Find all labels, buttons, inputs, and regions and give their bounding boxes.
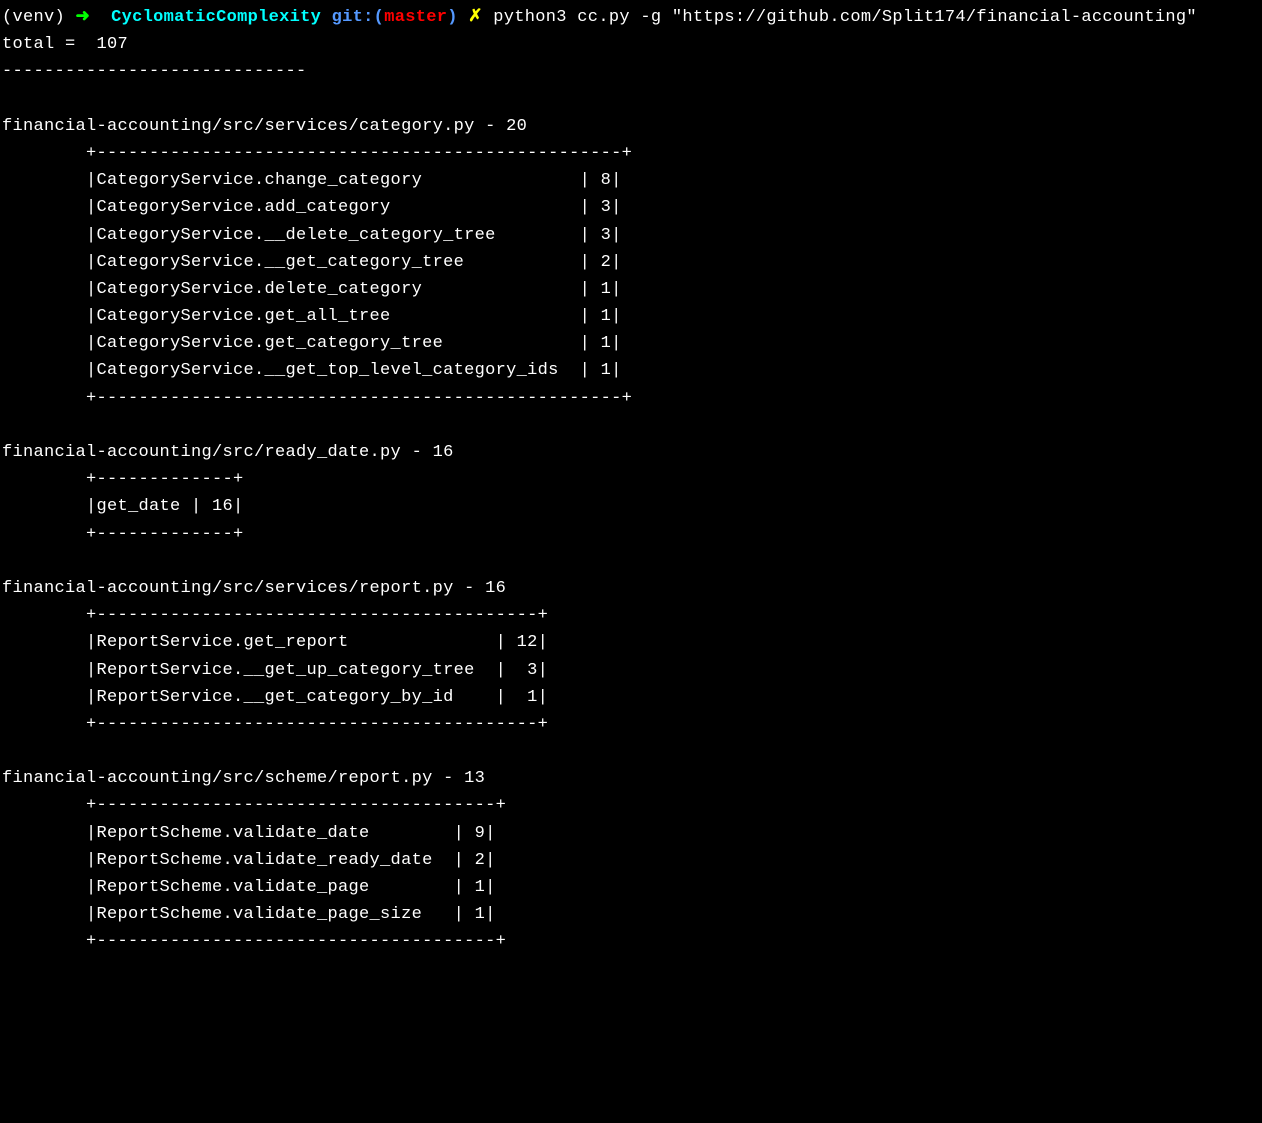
table-row: |CategoryService.delete_category | 1| xyxy=(2,280,622,299)
table-border-bottom-3: +--------------------------------------+ xyxy=(2,932,506,951)
table-row: |CategoryService.change_category | 8| xyxy=(2,171,622,190)
total-line: total = 107 xyxy=(2,35,128,54)
prompt-directory: CyclomaticComplexity xyxy=(111,8,321,27)
table-border-top-0: +---------------------------------------… xyxy=(2,144,632,163)
prompt-dirty-marker: ✗ xyxy=(468,8,483,27)
table-border-bottom-1: +-------------+ xyxy=(2,525,244,544)
table-row: |ReportService.__get_up_category_tree | … xyxy=(2,661,548,680)
file-header-1: financial-accounting/src/ready_date.py -… xyxy=(2,443,454,462)
table-row: |ReportScheme.validate_page_size | 1| xyxy=(2,905,496,924)
file-header-3: financial-accounting/src/scheme/report.p… xyxy=(2,769,485,788)
table-border-bottom-2: +---------------------------------------… xyxy=(2,715,548,734)
terminal-output: (venv) ➜ CyclomaticComplexity git:(maste… xyxy=(2,8,1197,951)
table-border-top-3: +--------------------------------------+ xyxy=(2,796,506,815)
divider: ----------------------------- xyxy=(2,62,307,81)
prompt-branch: master xyxy=(384,8,447,27)
table-row: |ReportService.__get_category_by_id | 1| xyxy=(2,688,548,707)
prompt-arrow: ➜ xyxy=(76,8,91,27)
command-text: python3 cc.py -g "https://github.com/Spl… xyxy=(493,8,1197,27)
table-row: |CategoryService.add_category | 3| xyxy=(2,198,622,217)
table-row: |ReportScheme.validate_page | 1| xyxy=(2,878,496,897)
file-header-0: financial-accounting/src/services/catego… xyxy=(2,117,527,136)
table-row: |CategoryService.__delete_category_tree … xyxy=(2,226,622,245)
table-row: |ReportScheme.validate_date | 9| xyxy=(2,824,496,843)
table-row: |CategoryService.get_category_tree | 1| xyxy=(2,334,622,353)
prompt-venv: (venv) xyxy=(2,8,65,27)
prompt-git-label: git: xyxy=(332,8,374,27)
table-border-top-1: +-------------+ xyxy=(2,470,244,489)
table-row: |ReportScheme.validate_ready_date | 2| xyxy=(2,851,496,870)
table-border-bottom-0: +---------------------------------------… xyxy=(2,389,632,408)
table-row: |ReportService.get_report | 12| xyxy=(2,633,548,652)
table-row: |CategoryService.__get_top_level_categor… xyxy=(2,361,622,380)
table-row: |CategoryService.__get_category_tree | 2… xyxy=(2,253,622,272)
table-row: |CategoryService.get_all_tree | 1| xyxy=(2,307,622,326)
table-row: |get_date | 16| xyxy=(2,497,244,516)
table-border-top-2: +---------------------------------------… xyxy=(2,606,548,625)
file-header-2: financial-accounting/src/services/report… xyxy=(2,579,506,598)
